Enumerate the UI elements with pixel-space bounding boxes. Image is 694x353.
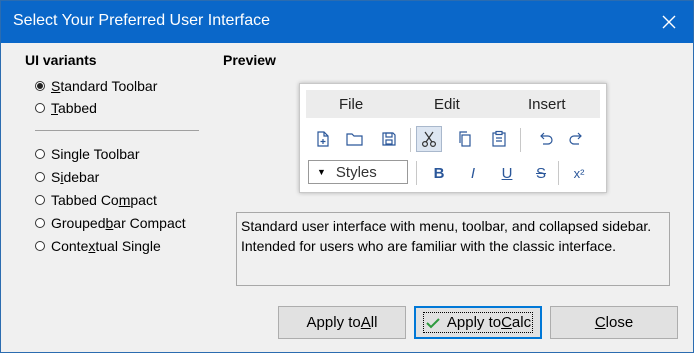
preview-formatting-toolbar: ▼ Styles B I U S x² <box>306 158 600 188</box>
radio-dot <box>35 218 45 228</box>
window-title: Select Your Preferred User Interface <box>13 12 271 29</box>
radio-single-toolbar[interactable]: Single Toolbar <box>35 144 139 164</box>
radio-contextual-single[interactable]: Contextual Single <box>35 236 161 256</box>
radio-dot <box>35 81 45 91</box>
superscript-icon: x² <box>573 165 585 181</box>
italic-icon: I <box>470 164 476 182</box>
preview-image: File Edit Insert ▼ Styles B I U S x² <box>299 83 607 193</box>
radio-label: Contextual Single <box>51 238 161 254</box>
preview-menu-edit: Edit <box>434 96 460 113</box>
strikethrough-icon: S <box>535 164 546 182</box>
toolbar-separator <box>520 128 521 152</box>
toolbar-separator <box>416 161 417 185</box>
radio-tabbed-compact[interactable]: Tabbed Compact <box>35 190 157 210</box>
radio-label: Sidebar <box>51 169 100 185</box>
toolbar-separator <box>410 128 411 152</box>
preview-menubar: File Edit Insert <box>306 90 600 118</box>
paste-icon <box>486 126 512 152</box>
radio-dot <box>35 172 45 182</box>
radio-separator <box>35 130 199 131</box>
check-icon <box>426 317 440 328</box>
button-label: Close <box>594 314 634 331</box>
open-folder-icon <box>342 126 368 152</box>
button-label: Apply to All <box>306 314 378 331</box>
apply-to-calc-button[interactable]: Apply to Calc <box>414 306 542 339</box>
preview-styles-dropdown: ▼ Styles <box>308 160 408 184</box>
redo-icon <box>564 126 590 152</box>
dialog-window: Select Your Preferred User Interface UI … <box>0 0 694 353</box>
radio-tabbed[interactable]: Tabbed <box>35 98 97 118</box>
close-icon[interactable] <box>659 12 679 32</box>
styles-label: Styles <box>335 163 377 181</box>
toolbar-separator <box>558 161 559 185</box>
button-label: Apply to Calc <box>422 312 534 333</box>
preview-menu-insert: Insert <box>528 96 566 113</box>
radio-label: Tabbed Compact <box>51 192 157 208</box>
radio-label: Groupedbar Compact <box>51 215 186 231</box>
preview-menu-file: File <box>339 96 364 113</box>
new-document-icon <box>310 126 336 152</box>
preview-heading: Preview <box>223 52 276 68</box>
save-icon <box>376 126 402 152</box>
description-text: Standard user interface with menu, toolb… <box>236 212 670 286</box>
apply-to-all-button[interactable]: Apply to All <box>278 306 406 339</box>
radio-groupedbar-compact[interactable]: Groupedbar Compact <box>35 213 186 233</box>
radio-dot <box>35 103 45 113</box>
copy-icon <box>452 126 478 152</box>
preview-standard-toolbar <box>306 122 600 158</box>
radio-label: Standard Toolbar <box>51 78 158 94</box>
radio-dot <box>35 195 45 205</box>
radio-label: Single Toolbar <box>51 146 140 162</box>
title-bar: Select Your Preferred User Interface <box>1 1 693 43</box>
undo-icon <box>532 126 558 152</box>
radio-label: Tabbed <box>51 100 97 116</box>
radio-dot <box>35 149 45 159</box>
chevron-down-icon: ▼ <box>317 167 326 177</box>
close-button[interactable]: Close <box>550 306 678 339</box>
bold-icon: B <box>433 164 445 182</box>
cut-icon <box>416 126 442 152</box>
radio-standard-toolbar[interactable]: Standard Toolbar <box>35 76 157 96</box>
ui-variants-heading: UI variants <box>25 52 97 68</box>
radio-dot <box>35 241 45 251</box>
underline-icon: U <box>501 164 513 182</box>
radio-sidebar[interactable]: Sidebar <box>35 167 99 187</box>
